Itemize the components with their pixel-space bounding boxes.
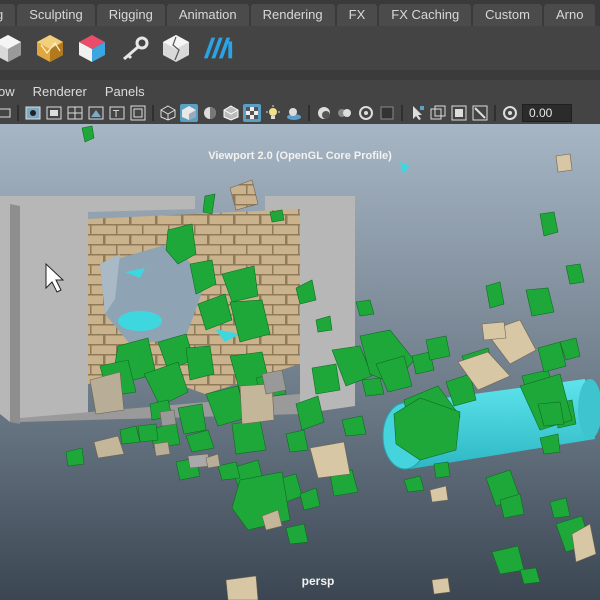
- resolution-gate-icon[interactable]: [66, 104, 84, 122]
- gate-mask-icon[interactable]: [87, 104, 105, 122]
- shelf-icon-row: [0, 26, 600, 70]
- cracked-cube-icon[interactable]: [160, 32, 192, 64]
- film-gate-icon[interactable]: [45, 104, 63, 122]
- xray-icon[interactable]: [429, 104, 447, 122]
- gold-cube-icon[interactable]: [34, 32, 66, 64]
- anti-aliasing-icon[interactable]: [357, 104, 375, 122]
- isolate-select-icon[interactable]: [408, 104, 426, 122]
- panel-toolbar: T 0.00: [0, 102, 600, 125]
- smooth-shade-icon[interactable]: [180, 104, 198, 122]
- shelf-tab-animation[interactable]: Animation: [166, 4, 249, 26]
- cube-tool-icon[interactable]: [0, 32, 24, 64]
- key-icon[interactable]: [118, 32, 150, 64]
- viewport-renderer-label: Viewport 2.0 (OpenGL Core Profile): [208, 150, 392, 162]
- toolbar-separator: [401, 105, 403, 121]
- ambient-occlusion-icon[interactable]: [315, 104, 333, 122]
- grid-icon[interactable]: [0, 104, 12, 122]
- multicolor-cube-icon[interactable]: [76, 32, 108, 64]
- mash-icon[interactable]: [202, 32, 234, 64]
- motion-blur-icon[interactable]: [336, 104, 354, 122]
- viewport-3d[interactable]: Viewport 2.0 (OpenGL Core Profile) persp: [0, 124, 600, 600]
- panel-menu-bar: ow Renderer Panels: [0, 80, 600, 102]
- toolbar-separator: [17, 105, 19, 121]
- lights-icon[interactable]: [264, 104, 282, 122]
- menu-panels[interactable]: Panels: [105, 84, 145, 99]
- camera-view-icon[interactable]: [24, 104, 42, 122]
- shelf-tab-custom[interactable]: Custom: [473, 4, 542, 26]
- wireframe-icon[interactable]: [159, 104, 177, 122]
- menu-show[interactable]: ow: [0, 84, 15, 99]
- shelf-tab-sculpting[interactable]: Sculpting: [17, 4, 95, 26]
- shelf-tab-fx[interactable]: FX: [336, 4, 378, 26]
- shadows-icon[interactable]: [285, 104, 303, 122]
- xray-components-icon[interactable]: [471, 104, 489, 122]
- depth-of-field-icon[interactable]: [378, 104, 396, 122]
- menu-renderer[interactable]: Renderer: [33, 84, 87, 99]
- scene-render[interactable]: [0, 124, 600, 600]
- exposure-field[interactable]: 0.00: [522, 104, 572, 122]
- toolbar-separator: [308, 105, 310, 121]
- shelf-tab-arnold[interactable]: Arno: [543, 4, 596, 26]
- xray-joints-icon[interactable]: [450, 104, 468, 122]
- toolbar-separator: [152, 105, 154, 121]
- wireframe-on-shaded-icon[interactable]: [222, 104, 240, 122]
- exposure-icon[interactable]: [501, 104, 519, 122]
- toolbar-separator: [494, 105, 496, 121]
- safe-action-icon[interactable]: [129, 104, 147, 122]
- shelf-tab-rendering[interactable]: Rendering: [250, 4, 335, 26]
- svg-text:T: T: [112, 109, 120, 120]
- default-material-icon[interactable]: [201, 104, 219, 122]
- field-chart-icon[interactable]: T: [108, 104, 126, 122]
- shelf-tab-fx-caching[interactable]: FX Caching: [379, 4, 472, 26]
- shelf-tab-rigging[interactable]: Rigging: [96, 4, 165, 26]
- shelf-tab-modeling[interactable]: g: [0, 4, 16, 26]
- textured-icon[interactable]: [243, 104, 261, 122]
- camera-name-label: persp: [301, 574, 335, 588]
- shelf-tab-bar: g Sculpting Rigging Animation Rendering …: [0, 0, 600, 26]
